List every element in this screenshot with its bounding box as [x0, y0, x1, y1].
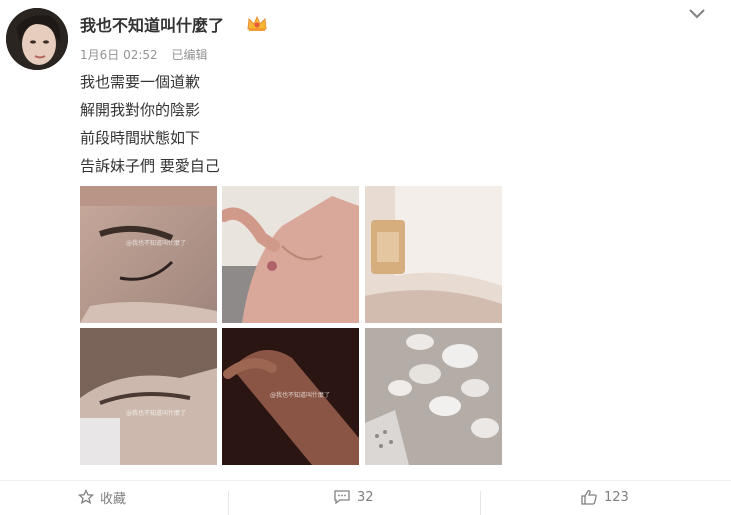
comment-count: 32 [357, 489, 374, 505]
comment-icon [334, 490, 350, 505]
photo-thumbnail[interactable]: @我也不知道叫什麼了 [80, 328, 217, 465]
like-button[interactable]: 123 [580, 481, 629, 513]
photo-thumbnail[interactable]: @我也不知道叫什麼了 [222, 328, 359, 465]
photo-thumbnail[interactable] [365, 328, 502, 465]
thumbs-up-icon [581, 490, 597, 505]
photo-thumbnail[interactable]: @我也不知道叫什麼了 [80, 186, 217, 323]
edited-label[interactable]: 已编辑 [172, 48, 208, 62]
photo-watermark: @我也不知道叫什麼了 [126, 410, 187, 417]
post-meta: 1月6日 02:52 已编辑 [80, 46, 218, 63]
post-date[interactable]: 1月6日 02:52 [80, 48, 158, 62]
photo-thumbnail[interactable] [222, 186, 359, 323]
post-line: 前段時間狀態如下 [80, 129, 201, 147]
photo-watermark: @我也不知道叫什麼了 [126, 240, 187, 247]
favorite-button[interactable]: 收藏 [78, 481, 126, 513]
crown-icon [247, 15, 267, 31]
photo-watermark: @我也不知道叫什麼了 [270, 392, 331, 399]
star-icon [78, 489, 94, 505]
chevron-down-icon[interactable] [688, 6, 706, 22]
post-line: 告訴妹子們 要愛自己 [80, 157, 220, 175]
like-count: 123 [604, 489, 629, 505]
comment-button[interactable]: 32 [333, 481, 374, 513]
favorite-label: 收藏 [100, 491, 127, 507]
post-text: 我也需要一個道歉 解開我對你的陰影 前段時間狀態如下 告訴妹子們 要愛自己 [80, 68, 220, 180]
divider [480, 491, 481, 515]
username[interactable]: 我也不知道叫什麼了 [80, 12, 224, 36]
post-line: 解開我對你的陰影 [80, 101, 201, 119]
avatar[interactable] [6, 8, 68, 70]
photo-thumbnail[interactable] [365, 186, 502, 323]
divider [228, 491, 229, 515]
post-footer: 收藏 32 123 [0, 480, 731, 515]
post-line: 我也需要一個道歉 [80, 73, 201, 91]
